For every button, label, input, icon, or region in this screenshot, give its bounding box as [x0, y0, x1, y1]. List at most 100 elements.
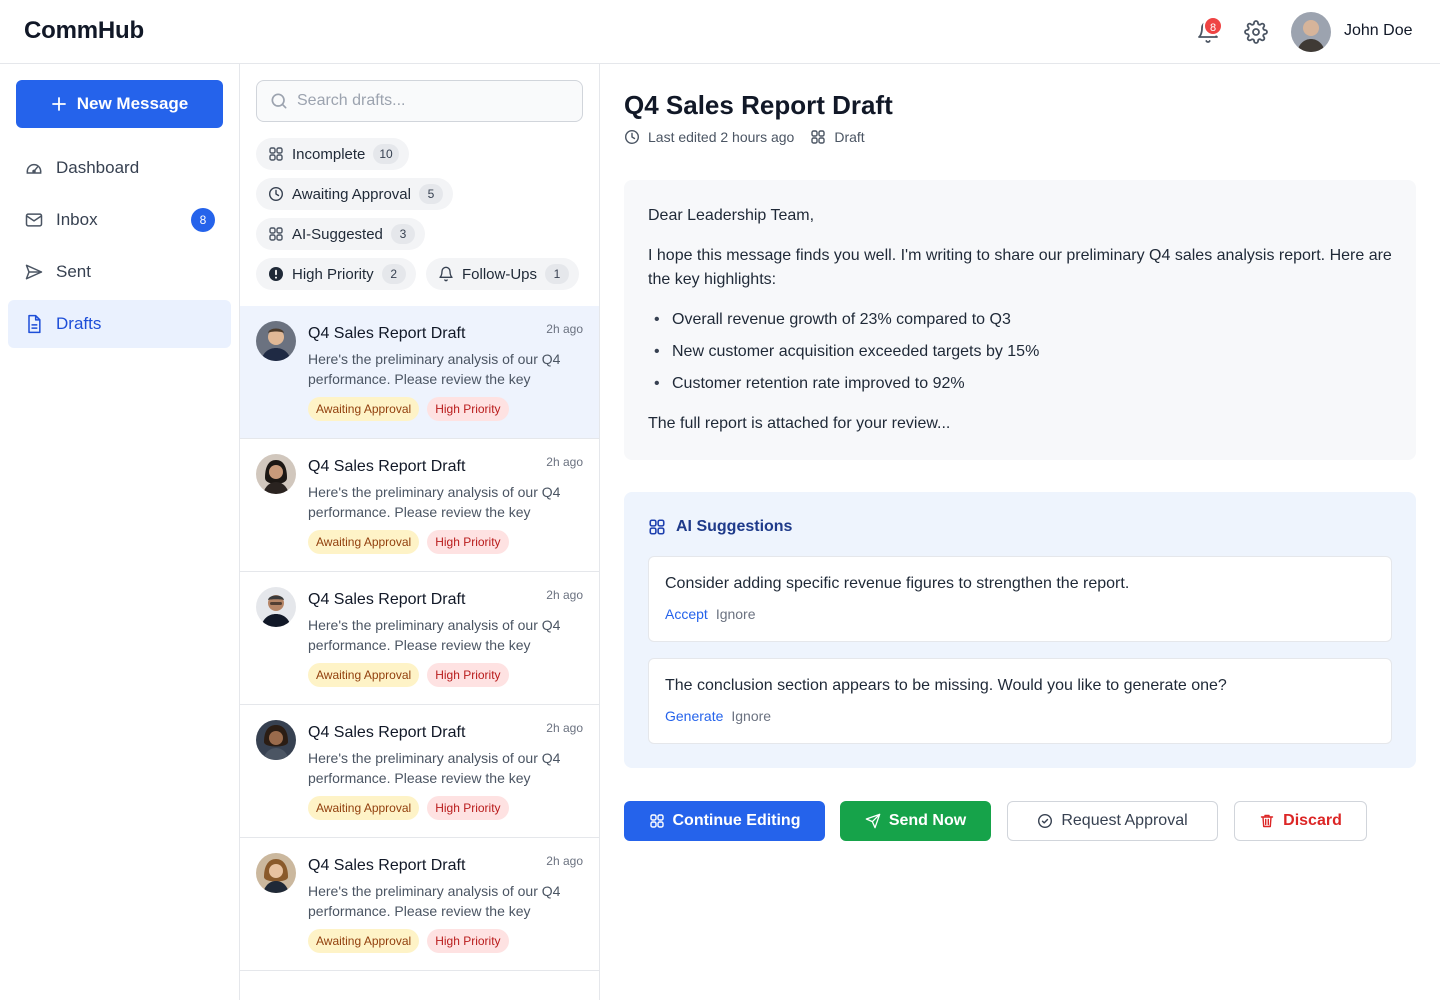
status-badge: Awaiting Approval [308, 397, 420, 421]
filter-count: 5 [418, 184, 443, 204]
grid-icon [268, 146, 284, 162]
draft-list-item[interactable]: Q4 Sales Report Draft 2h ago Here's the … [240, 572, 599, 705]
filter-ai-suggested[interactable]: AI-Suggested 3 [256, 218, 425, 250]
ai-suggestions-heading: AI Suggestions [648, 518, 792, 536]
draft-preview: Here's the preliminary analysis of our Q… [308, 883, 561, 919]
gear-icon[interactable] [1244, 20, 1268, 44]
suggestion-card: The conclusion section appears to be mis… [648, 658, 1392, 744]
sender-avatar [256, 853, 296, 893]
filter-label: High Priority [292, 265, 374, 283]
sidebar-item-dashboard[interactable]: Dashboard [8, 144, 231, 192]
sidebar-item-label: Inbox [56, 210, 98, 229]
priority-badge: High Priority [427, 530, 509, 554]
message-body[interactable]: Dear Leadership Team, I hope this messag… [624, 180, 1416, 460]
suggestion-card: Consider adding specific revenue figures… [648, 556, 1392, 642]
status-badge: Awaiting Approval [308, 929, 420, 953]
message-greeting: Dear Leadership Team, [648, 207, 815, 224]
search-input[interactable] [297, 92, 567, 110]
sender-avatar [256, 454, 296, 494]
draft-list-item[interactable]: Q4 Sales Report Draft 2h ago Here's the … [240, 306, 599, 439]
document-icon [24, 314, 44, 334]
message-intro: I hope this message finds you well. I'm … [648, 247, 1392, 288]
new-message-button[interactable]: New Message [16, 80, 223, 128]
filter-incomplete[interactable]: Incomplete 10 [256, 138, 409, 170]
bell-icon [438, 266, 454, 282]
draft-time: 2h ago [546, 455, 583, 469]
sender-avatar [256, 720, 296, 760]
draft-list-item[interactable]: Q4 Sales Report Draft 2h ago Here's the … [240, 705, 599, 838]
filter-count: 3 [390, 224, 415, 244]
inbox-icon [24, 210, 44, 230]
plus-icon [51, 96, 67, 112]
clock-icon [624, 129, 640, 145]
sender-avatar [256, 321, 296, 361]
draft-time: 2h ago [546, 322, 583, 336]
filter-high-priority[interactable]: High Priority 2 [256, 258, 416, 290]
send-icon [865, 813, 881, 829]
ignore-suggestion-link[interactable]: Ignore [716, 606, 756, 622]
priority-badge: High Priority [427, 796, 509, 820]
ai-suggestions-title: AI Suggestions [676, 518, 793, 535]
grid-icon [649, 813, 665, 829]
draft-title: Q4 Sales Report Draft [308, 458, 466, 475]
user-avatar[interactable] [1291, 12, 1331, 52]
highlight-item: Customer retention rate improved to 92% [648, 372, 1392, 396]
user-name[interactable]: John Doe [1344, 22, 1413, 40]
draft-preview: Here's the preliminary analysis of our Q… [308, 484, 561, 520]
accept-suggestion-link[interactable]: Accept [665, 606, 708, 622]
filter-label: AI-Suggested [292, 225, 383, 243]
continue-editing-button[interactable]: Continue Editing [624, 801, 825, 841]
status-badge: Awaiting Approval [308, 663, 420, 687]
search-icon [269, 91, 289, 111]
filter-label: Follow-Ups [462, 265, 538, 283]
filter-label: Awaiting Approval [292, 185, 411, 203]
search-box[interactable] [256, 80, 583, 122]
sidebar-item-label: Dashboard [56, 158, 140, 177]
last-edited-text: Last edited 2 hours ago [648, 129, 795, 145]
button-label: Continue Editing [672, 812, 801, 829]
priority-badge: High Priority [427, 397, 509, 421]
alert-icon [268, 266, 284, 282]
draft-list-item[interactable]: Q4 Sales Report Draft 2h ago Here's the … [240, 838, 599, 971]
sidebar-item-drafts[interactable]: Drafts [8, 300, 231, 348]
draft-list-item[interactable]: Q4 Sales Report Draft 2h ago Here's the … [240, 439, 599, 572]
button-label: Discard [1283, 812, 1342, 829]
draft-preview: Here's the preliminary analysis of our Q… [308, 617, 561, 653]
filter-awaiting-approval[interactable]: Awaiting Approval 5 [256, 178, 453, 210]
page-title: Q4 Sales Report Draft [624, 90, 893, 120]
sidebar: New Message Dashboard Inbox 8 Sent Draft… [0, 64, 240, 1000]
filter-follow-ups[interactable]: Follow-Ups 1 [426, 258, 580, 290]
status-text: Draft [834, 129, 865, 145]
grid-icon [268, 226, 284, 242]
priority-badge: High Priority [427, 663, 509, 687]
sidebar-item-label: Drafts [56, 314, 102, 333]
suggestion-text: Consider adding specific revenue figures… [665, 575, 1130, 592]
sidebar-item-sent[interactable]: Sent [8, 248, 231, 296]
grid-icon [810, 129, 826, 145]
suggestion-text: The conclusion section appears to be mis… [665, 677, 1227, 694]
sidebar-item-label: Sent [56, 262, 91, 281]
drafts-list-panel: Incomplete 10 Awaiting Approval 5 AI-Sug… [240, 64, 600, 1000]
trash-icon [1259, 813, 1275, 829]
top-bar: CommHub 8 John Doe [0, 0, 1440, 64]
filter-count: 10 [373, 144, 399, 164]
draft-title: Q4 Sales Report Draft [308, 591, 466, 608]
highlights-list: Overall revenue growth of 23% compared t… [648, 308, 1392, 396]
discard-button[interactable]: Discard [1234, 801, 1367, 841]
button-label: Request Approval [1061, 812, 1188, 829]
request-approval-button[interactable]: Request Approval [1007, 801, 1218, 841]
draft-title: Q4 Sales Report Draft [308, 724, 466, 741]
ignore-suggestion-link[interactable]: Ignore [731, 708, 771, 724]
new-message-label: New Message [76, 94, 189, 113]
inbox-count-badge: 8 [191, 208, 215, 232]
sidebar-item-inbox[interactable]: Inbox 8 [8, 196, 231, 244]
status-badge: Awaiting Approval [308, 796, 420, 820]
button-label: Send Now [888, 812, 967, 829]
send-now-button[interactable]: Send Now [840, 801, 991, 841]
sender-avatar [256, 587, 296, 627]
app-logo[interactable]: CommHub [24, 17, 144, 45]
filter-count: 2 [381, 264, 406, 284]
draft-title: Q4 Sales Report Draft [308, 325, 466, 342]
generate-suggestion-link[interactable]: Generate [665, 708, 723, 724]
draft-preview: Here's the preliminary analysis of our Q… [308, 750, 561, 786]
